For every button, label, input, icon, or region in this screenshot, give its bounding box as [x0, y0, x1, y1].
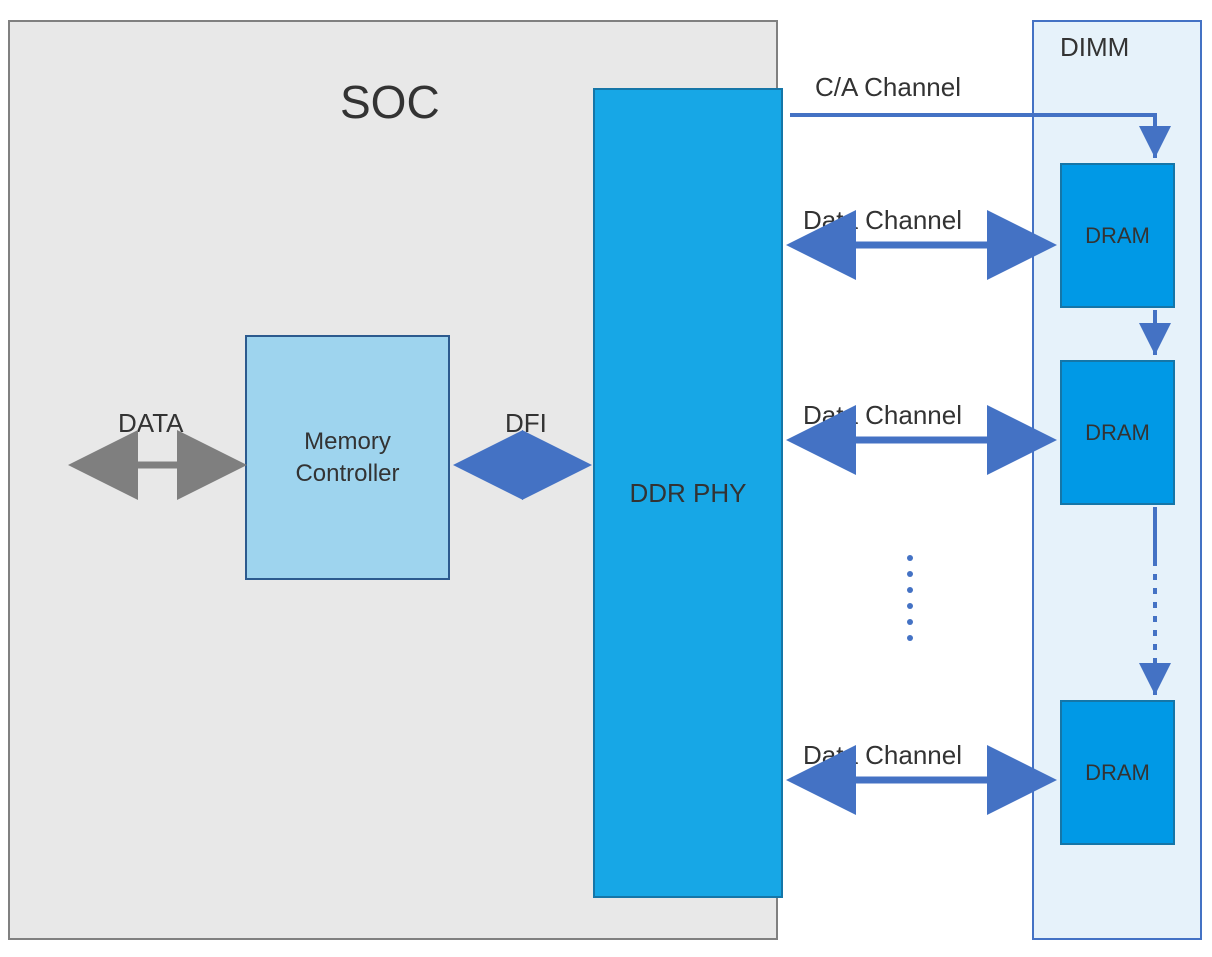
data-channel-label-3: Data Channel	[803, 740, 962, 771]
dram-label-1: DRAM	[1085, 223, 1150, 249]
vertical-ellipsis-icon	[907, 555, 913, 655]
dram-block-2: DRAM	[1060, 360, 1175, 505]
ca-channel-label: C/A Channel	[815, 72, 961, 103]
ddr-phy-label: DDR PHY	[629, 478, 746, 509]
dfi-arrow-label: DFI	[505, 408, 547, 439]
ddr-phy-block: DDR PHY	[593, 88, 783, 898]
memory-controller-block: Memory Controller	[245, 335, 450, 580]
diagram-canvas: SOC Memory Controller DDR PHY DIMM DRAM …	[0, 0, 1212, 957]
dimm-label: DIMM	[1060, 32, 1129, 63]
dram-label-2: DRAM	[1085, 420, 1150, 446]
memory-controller-label: Memory Controller	[295, 426, 399, 488]
data-channel-label-1: Data Channel	[803, 205, 962, 236]
data-channel-label-2: Data Channel	[803, 400, 962, 431]
dram-label-3: DRAM	[1085, 760, 1150, 786]
data-arrow-label: DATA	[118, 408, 183, 439]
soc-label: SOC	[340, 75, 440, 129]
dram-block-3: DRAM	[1060, 700, 1175, 845]
dram-block-1: DRAM	[1060, 163, 1175, 308]
